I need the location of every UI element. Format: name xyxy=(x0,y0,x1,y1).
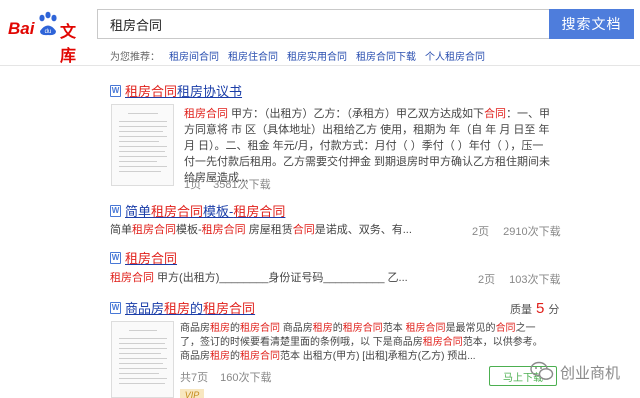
logo-wenku-text: 文库 xyxy=(60,24,77,65)
result-item: W 商品房租房的租房合同 xyxy=(110,298,255,317)
vip-badge: VIP xyxy=(180,389,204,398)
recommend-item[interactable]: 个人租房合同 xyxy=(425,52,485,63)
recommend-item[interactable]: 租房合同下载 xyxy=(356,52,416,63)
result-snippet: 商品房租房的租房合同 商品房租房的租房合同范本 租房合同是最常见的合同之一了，签… xyxy=(180,323,543,362)
recommend-bar: 为您推荐： 租房间合同 租房住合同 租房实用合同 租房合同下载 个人租房合同 xyxy=(110,48,485,63)
recommend-item[interactable]: 租房住合同 xyxy=(228,52,278,63)
result-snippet: 简单租房合同模板-租房合同 房屋租赁合同是诺成、双务、有... xyxy=(110,224,412,236)
search-box xyxy=(97,9,550,39)
result-snippet: 租房合同 甲方(出租方)________身份证号码__________ 乙... xyxy=(110,272,408,284)
word-doc-icon: W xyxy=(110,84,121,97)
recommend-item[interactable]: 租房间合同 xyxy=(169,52,219,63)
result-meta: 1页 3581次下载 xyxy=(184,176,271,192)
download-count: 2910次下载 xyxy=(503,226,561,238)
page-count: 共7页 xyxy=(180,372,209,384)
watermark-text: 创业商机 xyxy=(560,365,621,382)
page-count: 2页 xyxy=(472,226,490,238)
baidu-wenku-logo[interactable]: Bai du 文库 xyxy=(8,10,90,65)
result-item: W 简单租房合同模板-租房合同 xyxy=(110,201,285,220)
word-doc-icon: W xyxy=(110,251,121,264)
logo-bai-text: Bai xyxy=(8,19,35,38)
search-input[interactable] xyxy=(98,10,550,38)
result-meta: 2页 103次下载 xyxy=(478,271,560,287)
download-count: 160次下载 xyxy=(220,372,272,384)
header: Bai du 文库 搜索文档 为您推荐： 租房间合同租房住合同租房实用合同租房合同… xyxy=(0,0,640,66)
download-count: 103次下载 xyxy=(509,274,561,286)
document-thumbnail[interactable] xyxy=(111,104,174,186)
quality-score: 质量 5 分 xyxy=(510,300,560,317)
word-doc-icon: W xyxy=(110,301,121,314)
search-button[interactable]: 搜索文档 xyxy=(549,9,634,39)
recommend-label: 为您推荐： xyxy=(110,52,160,63)
result-title[interactable]: 商品房租房的租房合同 xyxy=(125,301,255,316)
watermark: 创业商机 xyxy=(530,357,638,387)
wechat-icon xyxy=(530,361,554,380)
result-item: W 租房合同 xyxy=(110,248,177,267)
download-count: 3581次下载 xyxy=(213,179,271,191)
result-item: W 租房合同租房协议书 xyxy=(110,81,242,100)
result-title[interactable]: 租房合同 xyxy=(125,251,177,266)
result-meta: 2页 2910次下载 xyxy=(472,223,561,239)
recommend-item[interactable]: 租房实用合同 xyxy=(287,52,347,63)
paw-icon: du xyxy=(39,11,57,36)
result-snippet: 租房合同 甲方：（出租方）乙方：（承租方）甲乙双方达成如下合同：一、甲方同意将 … xyxy=(184,108,551,184)
result-title[interactable]: 简单租房合同模板-租房合同 xyxy=(125,204,285,219)
result-title[interactable]: 租房合同租房协议书 xyxy=(125,84,242,99)
page-count: 1页 xyxy=(184,179,202,191)
word-doc-icon: W xyxy=(110,204,121,217)
document-thumbnail[interactable] xyxy=(111,321,174,398)
result-meta: 共7页 160次下载 xyxy=(180,369,271,385)
page-count: 2页 xyxy=(478,274,496,286)
svg-text:du: du xyxy=(45,29,52,35)
